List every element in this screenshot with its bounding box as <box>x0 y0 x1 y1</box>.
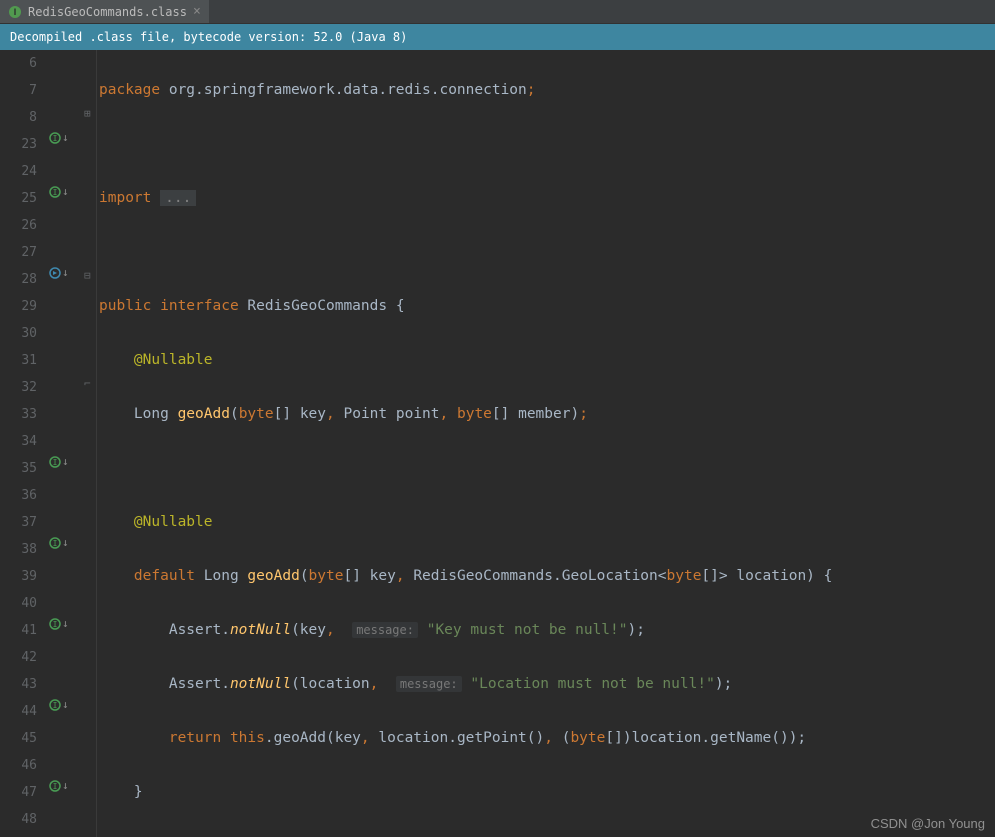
code-area[interactable]: package org.springframework.data.redis.c… <box>97 50 995 837</box>
file-tab[interactable]: I RedisGeoCommands.class × <box>0 0 209 23</box>
line-number-gutter: 6782324252627282930313233343536373839404… <box>0 50 45 837</box>
close-icon[interactable]: × <box>193 4 201 19</box>
tab-filename: RedisGeoCommands.class <box>28 5 187 19</box>
fold-end-icon[interactable]: ⌐ <box>84 377 91 390</box>
line-number: 29 <box>0 293 37 320</box>
line-number: 36 <box>0 482 37 509</box>
line-number: 44 <box>0 698 37 725</box>
line-number: 35 <box>0 455 37 482</box>
override-marker-icon[interactable]: I↓ <box>49 131 69 144</box>
override-marker-icon[interactable]: I↓ <box>49 779 69 792</box>
banner-text: Decompiled .class file, bytecode version… <box>10 30 407 44</box>
watermark: CSDN @Jon Young <box>871 816 985 831</box>
line-number: 45 <box>0 725 37 752</box>
svg-text:I: I <box>14 7 17 17</box>
line-number: 28 <box>0 266 37 293</box>
line-number: 37 <box>0 509 37 536</box>
line-number: 24 <box>0 158 37 185</box>
line-number: 48 <box>0 806 37 833</box>
editor: 6782324252627282930313233343536373839404… <box>0 50 995 837</box>
recursive-marker-icon[interactable]: ↓ <box>49 266 69 279</box>
line-number: 8 <box>0 104 37 131</box>
svg-text:I: I <box>53 188 58 197</box>
tab-bar: I RedisGeoCommands.class × <box>0 0 995 24</box>
fold-column: ⊞ ⊟ ⌐ <box>83 50 97 837</box>
line-number: 23 <box>0 131 37 158</box>
override-marker-icon[interactable]: I↓ <box>49 617 69 630</box>
svg-text:I: I <box>53 458 58 467</box>
svg-text:I: I <box>53 620 58 629</box>
line-number: 42 <box>0 644 37 671</box>
line-number: 25 <box>0 185 37 212</box>
line-number: 27 <box>0 239 37 266</box>
line-number: 7 <box>0 77 37 104</box>
decompiled-banner: Decompiled .class file, bytecode version… <box>0 24 995 50</box>
line-number: 32 <box>0 374 37 401</box>
line-number: 26 <box>0 212 37 239</box>
class-file-icon: I <box>8 5 22 19</box>
fold-expand-icon[interactable]: ⊞ <box>84 107 91 120</box>
line-number: 31 <box>0 347 37 374</box>
svg-text:I: I <box>53 134 58 143</box>
line-number: 46 <box>0 752 37 779</box>
line-number: 39 <box>0 563 37 590</box>
svg-text:I: I <box>53 539 58 548</box>
line-number: 41 <box>0 617 37 644</box>
override-marker-icon[interactable]: I↓ <box>49 536 69 549</box>
line-number: 34 <box>0 428 37 455</box>
line-number: 6 <box>0 50 37 77</box>
svg-text:I: I <box>53 701 58 710</box>
gutter-markers: I↓ I↓ ↓ I↓ I↓ I↓ I↓ I↓ <box>45 50 83 837</box>
line-number: 30 <box>0 320 37 347</box>
line-number: 43 <box>0 671 37 698</box>
line-number: 40 <box>0 590 37 617</box>
line-number: 33 <box>0 401 37 428</box>
fold-collapse-icon[interactable]: ⊟ <box>84 269 91 282</box>
override-marker-icon[interactable]: I↓ <box>49 455 69 468</box>
override-marker-icon[interactable]: I↓ <box>49 698 69 711</box>
line-number: 38 <box>0 536 37 563</box>
svg-text:I: I <box>53 782 58 791</box>
line-number: 47 <box>0 779 37 806</box>
override-marker-icon[interactable]: I↓ <box>49 185 69 198</box>
